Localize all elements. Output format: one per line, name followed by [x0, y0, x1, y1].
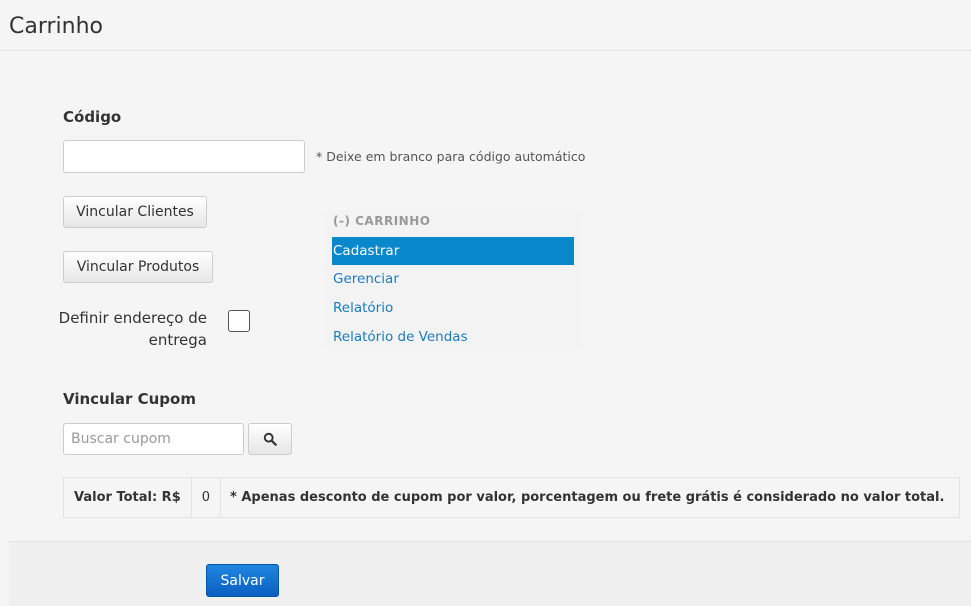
endereco-checkbox[interactable]: [228, 310, 250, 332]
cupom-search-button[interactable]: [248, 423, 292, 455]
endereco-label: Definir endereço de entrega: [58, 309, 207, 349]
menu-item-relatorio[interactable]: Relatório: [332, 294, 574, 322]
save-button[interactable]: Salvar: [206, 564, 279, 597]
total-row: Valor Total: R$ 0 * Apenas desconto de c…: [63, 477, 960, 518]
vincular-produtos-button[interactable]: Vincular Produtos: [63, 251, 213, 283]
page-title: Carrinho: [9, 14, 104, 39]
search-icon: [263, 432, 277, 446]
menu-item-cadastrar[interactable]: Cadastrar: [332, 237, 574, 265]
total-note: * Apenas desconto de cupom por valor, po…: [230, 490, 945, 505]
total-label: Valor Total: R$: [64, 478, 192, 517]
menu-header: (-) CARRINHO: [333, 214, 431, 228]
dropdown-menu: (-) CARRINHO Cadastrar Gerenciar Relatór…: [324, 210, 583, 350]
page-header: Carrinho: [0, 0, 971, 51]
vincular-clientes-button[interactable]: Vincular Clientes: [63, 196, 207, 228]
menu-item-relatorio-vendas[interactable]: Relatório de Vendas: [332, 323, 574, 351]
cupom-label: Vincular Cupom: [63, 390, 196, 408]
form-footer: [9, 541, 971, 606]
cupom-search-input[interactable]: [63, 423, 244, 455]
codigo-input[interactable]: [63, 140, 305, 173]
codigo-hint: * Deixe em branco para código automático: [316, 149, 586, 164]
total-value: 0: [192, 478, 222, 517]
menu-item-gerenciar[interactable]: Gerenciar: [332, 265, 574, 293]
codigo-label: Código: [63, 108, 122, 126]
